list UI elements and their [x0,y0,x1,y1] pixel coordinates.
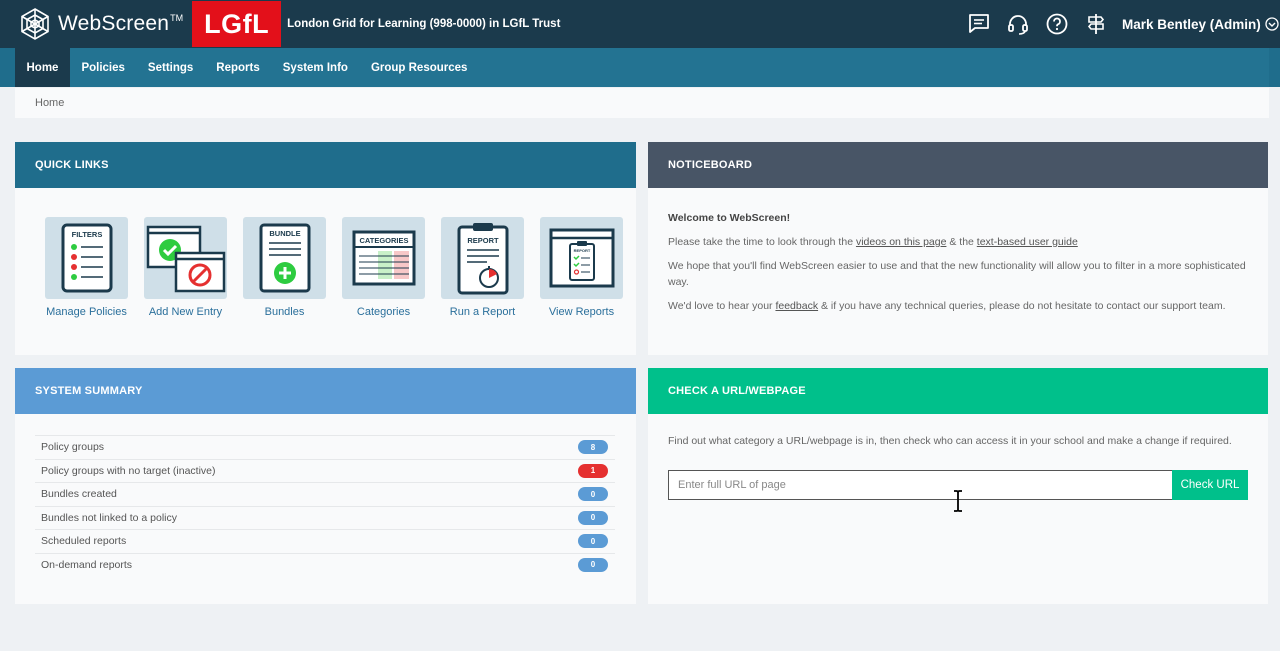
quick-link-run-a-report[interactable]: REPORT Run a Report [433,217,532,318]
check-url-button[interactable]: Check URL [1172,470,1248,500]
support-headset-icon[interactable] [1006,12,1030,36]
quick-link-view-reports[interactable]: REPORT View Reports [532,217,631,318]
quick-link-label: Bundles [264,306,305,318]
categories-window-icon: CATEGORIES [342,217,425,299]
check-url-title: CHECK A URL/WEBPAGE [648,368,1268,414]
text-cursor-icon [954,490,962,512]
quick-link-bundles[interactable]: BUNDLE Bundles [235,217,334,318]
quick-link-label: Run a Report [449,306,516,318]
nav-group-resources[interactable]: Group Resources [359,48,479,87]
report-tile-text: REPORT [467,236,499,245]
quick-link-label: Add New Entry [148,306,223,318]
list-item: Bundles not linked to a policy 0 [35,505,615,530]
count-badge: 8 [578,440,608,455]
summary-label: Policy groups with no target (inactive) [41,464,216,477]
view-report-tile-text: REPORT [573,248,590,253]
nav-home[interactable]: Home [15,48,70,87]
quick-link-label: Manage Policies [46,306,127,318]
check-url-description: Find out what category a URL/webpage is … [668,435,1232,447]
spiderweb-icon [21,8,49,40]
messages-icon[interactable] [967,12,991,36]
user-menu[interactable]: Mark Bentley (Admin) [1122,0,1280,48]
bundle-add-icon: BUNDLE [243,217,326,299]
summary-label: Scheduled reports [41,535,127,548]
system-summary-list: Policy groups 8 Policy groups with no tar… [35,435,615,576]
summary-label: Bundles created [41,488,117,501]
noticeboard-panel: NOTICEBOARD Welcome to WebScreen! Please… [648,142,1268,355]
list-item: Policy groups with no target (inactive) 1 [35,458,615,483]
nav-policies[interactable]: Policies [70,48,136,87]
alert-count-badge: 1 [578,463,608,478]
app-name: WebScreen [58,12,170,35]
count-badge: 0 [578,534,608,549]
report-stopwatch-icon: REPORT [441,217,524,299]
noticeboard-title: NOTICEBOARD [648,142,1268,188]
header-icons [967,0,1108,48]
url-input[interactable] [668,470,1173,500]
videos-link[interactable]: videos on this page [856,236,946,248]
list-item: Policy groups 8 [35,435,615,459]
user-name: Mark Bentley (Admin) [1122,16,1261,32]
feedback-link[interactable]: feedback [775,300,818,312]
add-entry-windows-icon [144,217,227,299]
count-badge: 0 [578,510,608,525]
nav-system-info[interactable]: System Info [271,48,359,87]
top-bar: WebScreen TM LGfL London Grid for Learnin… [0,0,1280,48]
summary-label: On-demand reports [41,558,133,571]
list-item: Scheduled reports 0 [35,529,615,553]
system-summary-title: SYSTEM SUMMARY [15,368,636,414]
help-icon[interactable] [1045,12,1069,36]
signpost-icon[interactable] [1084,12,1108,36]
summary-label: Policy groups [41,441,105,454]
quick-link-manage-policies[interactable]: FILTERS Manage Policies [37,217,136,318]
lgfl-logo[interactable]: LGfL [192,1,282,47]
quick-link-label: Categories [356,306,411,318]
main-nav: Home Policies Settings Reports System In… [15,48,1269,87]
filters-tile-text: FILTERS [71,230,102,239]
noticeboard-paragraph: We'd love to hear your feedback & if you… [668,300,1226,312]
quick-link-categories[interactable]: CATEGORIES Categories [334,217,433,318]
quick-link-label: View Reports [548,306,615,318]
chevron-down-icon [1265,17,1279,31]
system-summary-panel: SYSTEM SUMMARY Policy groups 8 Policy gro… [15,368,636,604]
bundle-tile-text: BUNDLE [269,229,300,238]
summary-label: Bundles not linked to a policy [41,511,178,524]
quick-link-add-new-entry[interactable]: Add New Entry [136,217,235,318]
webscreen-logo[interactable]: WebScreen TM [18,7,183,41]
user-guide-link[interactable]: text-based user guide [977,236,1078,248]
nav-reports[interactable]: Reports [205,48,271,87]
list-item: Bundles created 0 [35,482,615,506]
categories-tile-text: CATEGORIES [359,236,408,245]
noticeboard-welcome: Welcome to WebScreen! [668,212,791,224]
noticeboard-paragraph: We hope that you'll find WebScreen easie… [668,260,1246,288]
view-report-window-icon: REPORT [540,217,623,299]
nav-settings[interactable]: Settings [136,48,204,87]
count-badge: 0 [578,557,608,572]
breadcrumb-home[interactable]: Home [35,97,64,109]
quick-links-panel: QUICK LINKS FILTERS Manage Policies Add … [15,142,636,355]
list-item: On-demand reports 0 [35,552,615,577]
quick-links-title: QUICK LINKS [15,142,636,188]
filters-clipboard-icon: FILTERS [45,217,128,299]
check-url-panel: CHECK A URL/WEBPAGE Find out what catego… [648,368,1268,604]
count-badge: 0 [578,487,608,502]
organisation-name: London Grid for Learning (998-0000) in L… [287,18,561,30]
noticeboard-paragraph: Please take the time to look through the… [668,236,1078,248]
breadcrumb: Home [15,88,1269,118]
trademark: TM [170,13,184,23]
